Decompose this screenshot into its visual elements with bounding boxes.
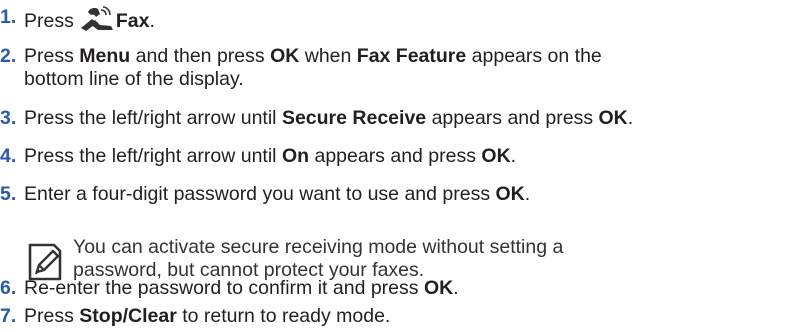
step-number: 3. (0, 107, 17, 129)
step-text: Press the left/right arrow until Secure … (24, 107, 634, 129)
step-number: 6. (0, 277, 17, 299)
step-number: 7. (0, 305, 17, 327)
step-text: Press Menu and then press OK when Fax Fe… (24, 45, 602, 67)
step-number: 2. (0, 45, 17, 67)
step-number: 5. (0, 183, 17, 205)
step-text: Re-enter the password to confirm it and … (24, 277, 459, 299)
step-number: 4. (0, 145, 17, 167)
step-text: bottom line of the display. (24, 68, 244, 90)
step-text: Press Stop/Clear to return to ready mode… (24, 305, 391, 327)
step-text: Press the left/right arrow until On appe… (24, 145, 517, 167)
fax-icon (78, 6, 114, 32)
note-line-1: You can activate secure receiving mode w… (73, 236, 564, 258)
step-text: Enter a four-digit password you want to … (24, 183, 531, 205)
step-number: 1. (0, 6, 17, 28)
note-pencil-icon (24, 242, 64, 282)
step-text: Press Fax. (24, 6, 155, 33)
